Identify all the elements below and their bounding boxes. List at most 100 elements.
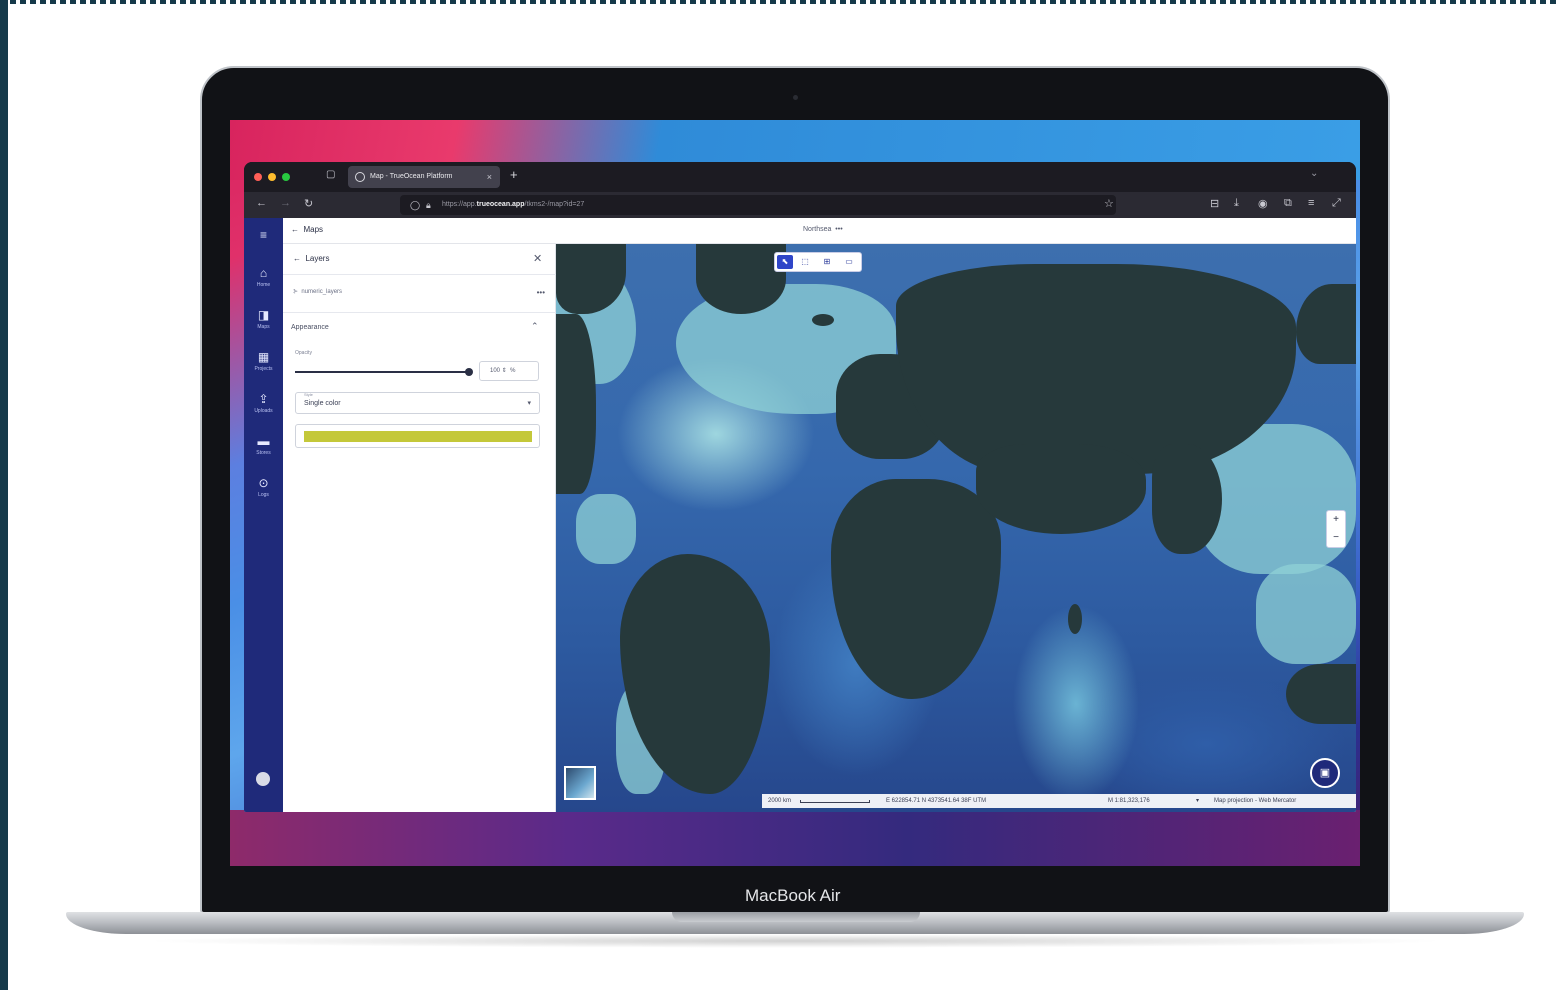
reload-icon[interactable]: ↻	[304, 197, 313, 210]
overflow-icon[interactable]: ≡	[1308, 197, 1314, 209]
sidebar-item-label: Home	[256, 282, 271, 288]
style-select[interactable]: Style Single color ▾	[295, 392, 540, 414]
panel-header[interactable]: ← Layers	[293, 254, 329, 263]
back-to-maps-link[interactable]: ← Maps	[291, 225, 323, 234]
sidebar-item-projects[interactable]: ▦ Projects	[244, 350, 283, 372]
new-tab-button[interactable]: +	[510, 167, 518, 182]
shelf-caribbean	[576, 494, 636, 564]
opacity-slider-track[interactable]	[295, 371, 469, 373]
url-bar[interactable]: ◯ 🔒︎ https://app.trueocean.app/tkms2-/ma…	[400, 195, 1116, 215]
land-iceland	[812, 314, 834, 326]
shelf-indonesia	[1256, 564, 1356, 664]
box-select-tool-icon[interactable]: ⬚	[797, 255, 813, 269]
laptop-model-label: MacBook Air	[745, 886, 841, 905]
maps-icon: ◨	[257, 308, 270, 322]
sidebar-item-maps[interactable]: ◨ Maps	[244, 308, 283, 330]
shield-icon: ◯	[410, 200, 421, 210]
land-far-east	[1296, 284, 1356, 364]
divider	[283, 312, 556, 313]
back-arrow-icon[interactable]: ←	[256, 197, 267, 209]
zoom-out-button[interactable]: −	[1327, 529, 1345, 547]
land-middle-east-india	[976, 444, 1146, 534]
maximize-window-dot[interactable]	[282, 173, 290, 181]
map-options-icon[interactable]: •••	[835, 226, 842, 233]
tab-close-icon[interactable]: ×	[487, 166, 492, 188]
chevron-down-icon[interactable]: ▾	[1196, 794, 1199, 808]
sidebar-item-home[interactable]: ⌂ Home	[244, 266, 283, 288]
minimize-window-dot[interactable]	[268, 173, 276, 181]
basemap-switcher[interactable]	[564, 766, 596, 800]
map-title-text: Northsea	[803, 226, 832, 233]
opacity-slider-thumb[interactable]	[465, 368, 473, 376]
laptop-notch	[672, 912, 920, 922]
close-window-dot[interactable]	[254, 173, 262, 181]
tab-overview-icon[interactable]: ▢	[326, 169, 335, 180]
land-madagascar	[1068, 604, 1082, 634]
browser-window: ▢ Map - TrueOcean Platform × + ⌄ ← → ↻ ◯…	[244, 162, 1356, 812]
select-tool-icon[interactable]: ⬉	[777, 255, 793, 269]
chevron-up-icon[interactable]: ⌃	[531, 321, 539, 332]
map-projection[interactable]: Map projection - Web Mercator	[1214, 794, 1296, 808]
sidebar-item-label: Maps	[257, 324, 270, 330]
layers-panel: ← Layers ✕ ⊱ numeric_layers ••• Appearan…	[283, 244, 556, 812]
land-southeast-asia	[1152, 444, 1222, 554]
opacity-unit: %	[510, 368, 516, 374]
sidebar-item-logs[interactable]: ⊙ Logs	[244, 476, 283, 498]
browser-toolbar: ← → ↻ ◯ 🔒︎ https://app.trueocean.app/tkm…	[244, 192, 1356, 218]
globe-icon	[355, 172, 365, 182]
pocket-icon[interactable]: ⊟	[1210, 197, 1219, 210]
panel-title: Layers	[305, 254, 330, 263]
color-swatch[interactable]	[304, 431, 532, 442]
forward-arrow-icon[interactable]: →	[280, 197, 291, 209]
laptop-shadow	[140, 934, 1450, 948]
land-africa	[831, 479, 1001, 699]
layer-more-icon[interactable]: •••	[537, 288, 545, 297]
stepper-icon[interactable]: ⇕	[502, 368, 507, 374]
appearance-section-title[interactable]: Appearance	[291, 324, 329, 331]
expand-icon[interactable]: ⤢	[1332, 197, 1341, 210]
download-icon[interactable]: ⤓	[1234, 197, 1239, 210]
style-value: Single color	[304, 400, 341, 407]
land-north-america-east	[556, 314, 596, 494]
opacity-label: Opacity	[295, 350, 312, 356]
sidebar-item-stores[interactable]: ▬ Stores	[244, 434, 283, 456]
close-icon[interactable]: ✕	[533, 252, 542, 265]
account-icon[interactable]: ◉	[1258, 197, 1268, 210]
app-root: ≡ ⌂ Home ◨ Maps ▦ Projects ⇪ Uploads ▬ S…	[244, 218, 1356, 812]
extensions-icon[interactable]: ⧉	[1284, 197, 1292, 210]
style-label: Style	[304, 392, 313, 397]
ruler-tool-icon[interactable]: ▭	[841, 255, 857, 269]
sidebar-item-label: Stores	[256, 450, 271, 456]
logs-icon: ⊙	[258, 476, 269, 490]
cursor-coordinates[interactable]: E 622854.71 N 4373541.64 38F UTM	[886, 794, 986, 808]
layer-row[interactable]: ⊱ numeric_layers •••	[293, 288, 545, 304]
map-canvas[interactable]: ⬉ ⬚ ⊞ ▭ + − ▣ 2000 km E 622854.71 N 4373…	[556, 244, 1356, 812]
tab-title: Map - TrueOcean Platform	[370, 173, 453, 180]
image-frame-top	[0, 0, 1559, 4]
color-picker[interactable]	[295, 424, 540, 448]
sidebar-item-uploads[interactable]: ⇪ Uploads	[244, 392, 283, 414]
menu-icon[interactable]: ≡	[244, 228, 283, 242]
land-asia	[896, 264, 1296, 474]
tab-list-chevron-icon[interactable]: ⌄	[1310, 168, 1318, 179]
land-australia	[1286, 664, 1356, 724]
wallpaper-bottom	[230, 810, 1360, 866]
measure-tool-icon[interactable]: ⊞	[819, 255, 835, 269]
map-title[interactable]: Northsea •••	[803, 226, 843, 233]
map-status-bar: 2000 km E 622854.71 N 4373541.64 38F UTM…	[762, 794, 1356, 808]
zoom-in-button[interactable]: +	[1327, 511, 1345, 529]
scale-bar: 2000 km	[768, 798, 792, 804]
url-path: /tkms2-/map?id=27	[524, 201, 585, 208]
sidebar-item-label: Logs	[258, 492, 269, 498]
chat-icon[interactable]: ▣	[1310, 758, 1340, 788]
sidebar: ≡ ⌂ Home ◨ Maps ▦ Projects ⇪ Uploads ▬ S…	[244, 218, 283, 812]
camera-icon	[793, 95, 798, 100]
home-icon: ⌂	[259, 266, 268, 280]
divider	[283, 274, 556, 275]
stores-icon: ▬	[257, 434, 270, 448]
browser-tab[interactable]: Map - TrueOcean Platform ×	[348, 166, 500, 188]
avatar[interactable]	[256, 772, 270, 786]
opacity-input[interactable]: 100 ⇕ %	[479, 361, 539, 381]
bookmark-star-icon[interactable]: ☆	[1104, 197, 1114, 210]
map-scale[interactable]: M 1:81,323,176	[1108, 794, 1150, 808]
